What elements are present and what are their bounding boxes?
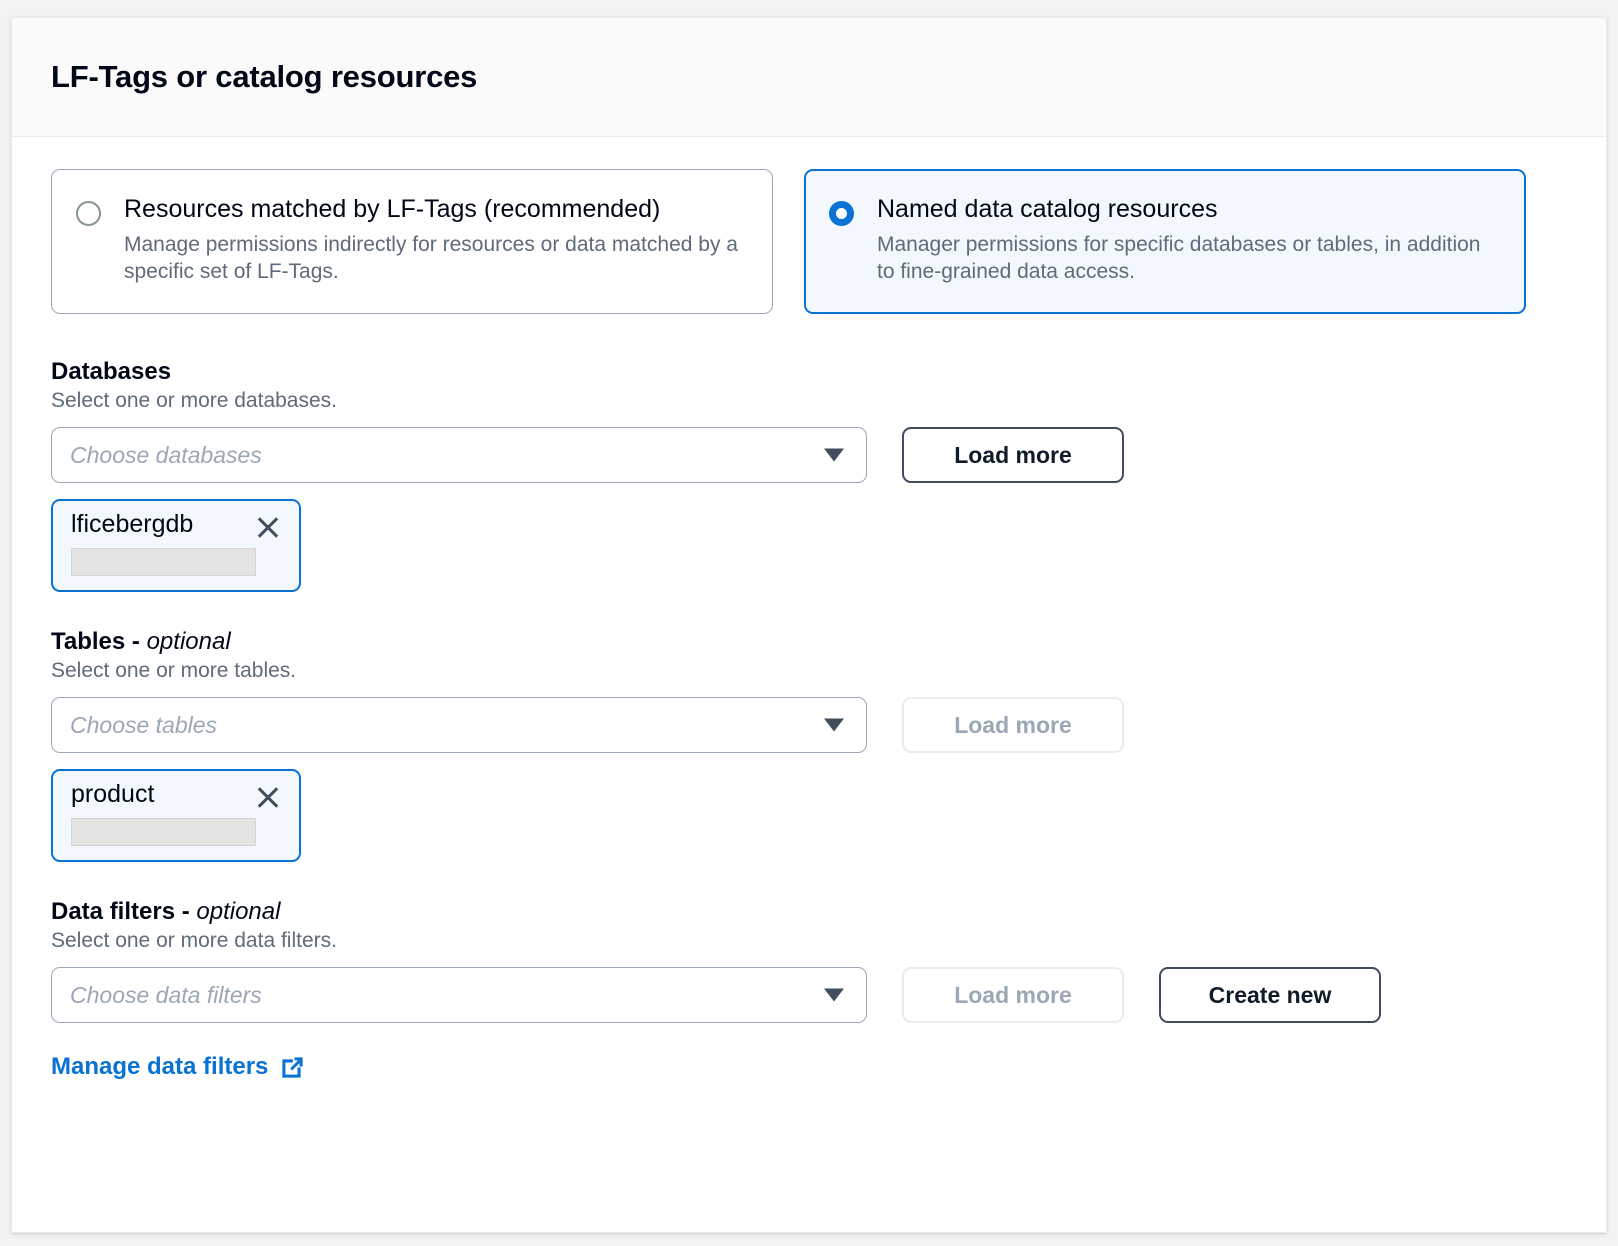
databases-section: Databases Select one or more databases. … [51,358,1567,592]
tables-selected-token[interactable]: product [51,769,301,862]
databases-load-more-button[interactable]: Load more [902,427,1124,483]
resource-option-lf-tags[interactable]: Resources matched by LF-Tags (recommende… [51,169,773,314]
chevron-down-icon [824,719,844,732]
chevron-down-icon [824,989,844,1002]
databases-select-placeholder: Choose databases [70,442,262,469]
lf-tags-or-catalog-resources-panel: LF-Tags or catalog resources Resources m… [11,17,1607,1233]
manage-data-filters-link[interactable]: Manage data filters [51,1053,306,1081]
databases-token-placeholder-bar [71,548,256,576]
resource-choice-group: Resources matched by LF-Tags (recommende… [51,169,1567,314]
panel-body: Resources matched by LF-Tags (recommende… [12,137,1606,1081]
data-filters-label: Data filters - optional [51,898,1567,926]
resource-option-lf-tags-description: Manage permissions indirectly for resour… [124,231,748,287]
resource-option-named-resources[interactable]: Named data catalog resources Manager per… [804,169,1526,314]
tables-load-more-button: Load more [902,697,1124,753]
external-link-icon [279,1054,306,1081]
tables-section: Tables - optional Select one or more tab… [51,628,1567,862]
databases-token-label: lficebergdb [71,511,193,539]
data-filters-label-optional: optional [196,898,280,925]
databases-select[interactable]: Choose databases [51,427,867,483]
page-title: LF-Tags or catalog resources [51,59,477,95]
tables-label-optional: optional [147,628,231,655]
tables-select-placeholder: Choose tables [70,712,217,739]
tables-select[interactable]: Choose tables [51,697,867,753]
resource-option-named-resources-label: Named data catalog resources [877,195,1501,225]
tables-token-placeholder-bar [71,818,256,846]
radio-selected-icon[interactable] [829,201,854,226]
data-filters-select[interactable]: Choose data filters [51,967,867,1023]
chevron-down-icon [824,449,844,462]
data-filters-load-more-button: Load more [902,967,1124,1023]
databases-selected-token[interactable]: lficebergdb [51,499,301,592]
create-new-data-filter-button[interactable]: Create new [1159,967,1381,1023]
manage-data-filters-link-label: Manage data filters [51,1053,268,1081]
panel-header: LF-Tags or catalog resources [12,18,1606,137]
databases-label: Databases [51,358,1567,386]
data-filters-description: Select one or more data filters. [51,929,1567,953]
tables-label: Tables - optional [51,628,1567,656]
tables-description: Select one or more tables. [51,659,1567,683]
data-filters-select-placeholder: Choose data filters [70,982,262,1009]
resource-option-named-resources-description: Manager permissions for specific databas… [877,231,1501,287]
close-icon[interactable] [255,514,281,540]
data-filters-label-text: Data filters - [51,898,196,925]
tables-label-text: Tables - [51,628,147,655]
resource-option-lf-tags-label: Resources matched by LF-Tags (recommende… [124,195,748,225]
radio-unselected-icon[interactable] [76,201,101,226]
data-filters-section: Data filters - optional Select one or mo… [51,898,1567,1081]
tables-token-label: product [71,781,154,809]
close-icon[interactable] [255,784,281,810]
databases-description: Select one or more databases. [51,389,1567,413]
